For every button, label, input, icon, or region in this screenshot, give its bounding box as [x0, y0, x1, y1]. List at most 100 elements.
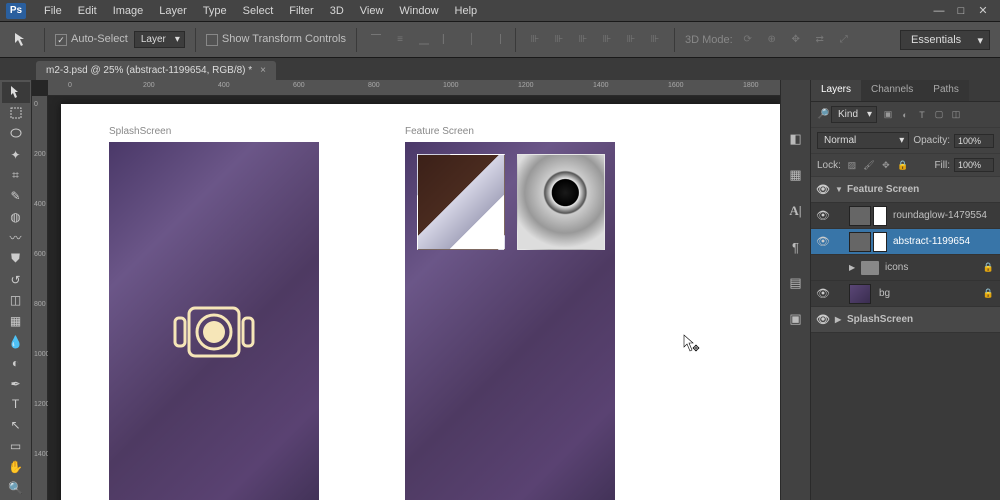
filter-type-icon[interactable]: T — [915, 108, 929, 122]
eyedropper-tool[interactable]: ✎ — [2, 186, 30, 207]
filter-pixel-icon[interactable]: ▣ — [881, 108, 895, 122]
menu-layer[interactable]: Layer — [151, 2, 195, 20]
window-close-button[interactable]: ✕ — [972, 3, 994, 19]
menu-select[interactable]: Select — [235, 2, 282, 20]
hand-tool[interactable]: ✋ — [2, 456, 30, 477]
zoom-tool[interactable]: 🔍 — [2, 477, 30, 498]
menu-filter[interactable]: Filter — [281, 2, 321, 20]
filter-smart-icon[interactable]: ◫ — [949, 108, 963, 122]
3d-zoom-icon[interactable]: ⤢ — [835, 31, 853, 49]
image-thumb-1[interactable] — [417, 154, 505, 250]
move-tool[interactable] — [2, 82, 30, 103]
lasso-tool[interactable] — [2, 124, 30, 145]
window-minimize-button[interactable]: — — [928, 3, 950, 19]
history-brush-tool[interactable]: ↺ — [2, 269, 30, 290]
eraser-tool[interactable]: ◫ — [2, 290, 30, 311]
fill-input[interactable]: 100% — [954, 158, 994, 172]
visibility-toggle[interactable]: 👁 — [811, 313, 835, 326]
character-panel-icon[interactable]: A| — [787, 202, 805, 220]
swatches-panel-icon[interactable]: ▦ — [787, 166, 805, 184]
menu-window[interactable]: Window — [391, 2, 446, 20]
3d-pan-icon[interactable]: ✥ — [787, 31, 805, 49]
history-panel-icon[interactable]: ▤ — [787, 274, 805, 292]
visibility-toggle[interactable]: 👁 — [811, 209, 835, 222]
visibility-toggle[interactable]: 👁 — [811, 235, 835, 248]
tab-channels[interactable]: Channels — [861, 80, 923, 101]
distribute-4-icon[interactable]: ⊪ — [598, 31, 616, 49]
brush-tool[interactable]: 〰 — [2, 228, 30, 249]
lock-transparency-icon[interactable]: ▨ — [845, 158, 859, 172]
wand-tool[interactable]: ✦ — [2, 144, 30, 165]
gradient-tool[interactable]: ▦ — [2, 311, 30, 332]
filter-kind-dropdown[interactable]: Kind — [831, 106, 877, 123]
crop-tool[interactable]: ⌗ — [2, 165, 30, 186]
paragraph-panel-icon[interactable]: ¶ — [787, 238, 805, 256]
distribute-1-icon[interactable]: ⊪ — [526, 31, 544, 49]
tab-layers[interactable]: Layers — [811, 80, 861, 101]
color-panel-icon[interactable]: ◧ — [787, 130, 805, 148]
align-vcenter-icon[interactable]: ≡ — [391, 31, 409, 49]
filter-shape-icon[interactable]: ▢ — [932, 108, 946, 122]
3d-roll-icon[interactable]: ⊕ — [763, 31, 781, 49]
lock-position-icon[interactable]: ✥ — [879, 158, 893, 172]
stamp-tool[interactable]: ⛊ — [2, 248, 30, 269]
image-thumb-2[interactable] — [517, 154, 605, 250]
disclosure-triangle-icon[interactable]: ▶ — [849, 263, 861, 272]
show-transform-checkbox[interactable]: Show Transform Controls — [206, 33, 346, 45]
feature-screen-artboard[interactable] — [405, 142, 615, 500]
filter-adjust-icon[interactable]: ◐ — [898, 108, 912, 122]
layer-group-feature[interactable]: 👁 ▼ Feature Screen — [811, 177, 1000, 203]
menu-3d[interactable]: 3D — [322, 2, 352, 20]
visibility-toggle[interactable]: 👁 — [811, 287, 835, 300]
type-tool[interactable]: T — [2, 394, 30, 415]
align-hcenter-icon[interactable]: │ — [463, 31, 481, 49]
3d-slide-icon[interactable]: ⇄ — [811, 31, 829, 49]
disclosure-triangle-icon[interactable]: ▼ — [835, 185, 847, 194]
dodge-tool[interactable]: ◐ — [2, 352, 30, 373]
disclosure-triangle-icon[interactable]: ▶ — [835, 315, 847, 324]
layer-roundaglow[interactable]: 👁 roundaglow-1479554 — [811, 203, 1000, 229]
document-tab[interactable]: m2-3.psd @ 25% (abstract-1199654, RGB/8)… — [36, 61, 276, 80]
marquee-tool[interactable] — [2, 103, 30, 124]
menu-image[interactable]: Image — [105, 2, 152, 20]
blend-mode-dropdown[interactable]: Normal — [817, 132, 909, 149]
close-icon[interactable]: × — [260, 65, 266, 76]
menu-edit[interactable]: Edit — [70, 2, 105, 20]
workspace-dropdown[interactable]: Essentials — [900, 30, 990, 50]
3d-orbit-icon[interactable]: ⟳ — [739, 31, 757, 49]
heal-tool[interactable]: ◍ — [2, 207, 30, 228]
align-right-icon[interactable]: ⎹ — [487, 31, 505, 49]
distribute-2-icon[interactable]: ⊪ — [550, 31, 568, 49]
layer-group-icons[interactable]: ▶ icons 🔒 — [811, 255, 1000, 281]
lock-all-icon[interactable]: 🔒 — [896, 158, 910, 172]
filter-kind-icon[interactable]: 🔎 — [817, 109, 827, 120]
layer-group-splash[interactable]: 👁 ▶ SplashScreen — [811, 307, 1000, 333]
auto-select-checkbox[interactable]: Auto-Select — [55, 33, 128, 45]
lock-pixels-icon[interactable]: 🖌 — [862, 158, 876, 172]
page-artboard[interactable]: SplashScreen Feature Screen — [61, 104, 780, 500]
visibility-toggle[interactable]: 👁 — [811, 183, 835, 196]
distribute-6-icon[interactable]: ⊪ — [646, 31, 664, 49]
layer-bg[interactable]: 👁 bg 🔒 — [811, 281, 1000, 307]
align-left-icon[interactable]: ⎸ — [439, 31, 457, 49]
splash-screen-artboard[interactable] — [109, 142, 319, 500]
window-maximize-button[interactable]: □ — [950, 3, 972, 19]
blur-tool[interactable]: 💧 — [2, 332, 30, 353]
menu-view[interactable]: View — [352, 2, 392, 20]
auto-select-target-dropdown[interactable]: Layer — [134, 31, 185, 48]
path-tool[interactable]: ↖ — [2, 415, 30, 436]
menu-help[interactable]: Help — [447, 2, 486, 20]
distribute-3-icon[interactable]: ⊪ — [574, 31, 592, 49]
opacity-input[interactable]: 100% — [954, 134, 994, 148]
distribute-5-icon[interactable]: ⊪ — [622, 31, 640, 49]
align-top-icon[interactable]: ⎺ — [367, 31, 385, 49]
pen-tool[interactable]: ✒ — [2, 373, 30, 394]
menu-type[interactable]: Type — [195, 2, 235, 20]
properties-panel-icon[interactable]: ▣ — [787, 310, 805, 328]
shape-tool[interactable]: ▭ — [2, 436, 30, 457]
align-bottom-icon[interactable]: ⎽ — [415, 31, 433, 49]
menu-file[interactable]: File — [36, 2, 70, 20]
tab-paths[interactable]: Paths — [923, 80, 969, 101]
canvas-area[interactable]: 020040060080010001200140016001800 020040… — [32, 80, 780, 500]
layer-abstract[interactable]: 👁 abstract-1199654 — [811, 229, 1000, 255]
